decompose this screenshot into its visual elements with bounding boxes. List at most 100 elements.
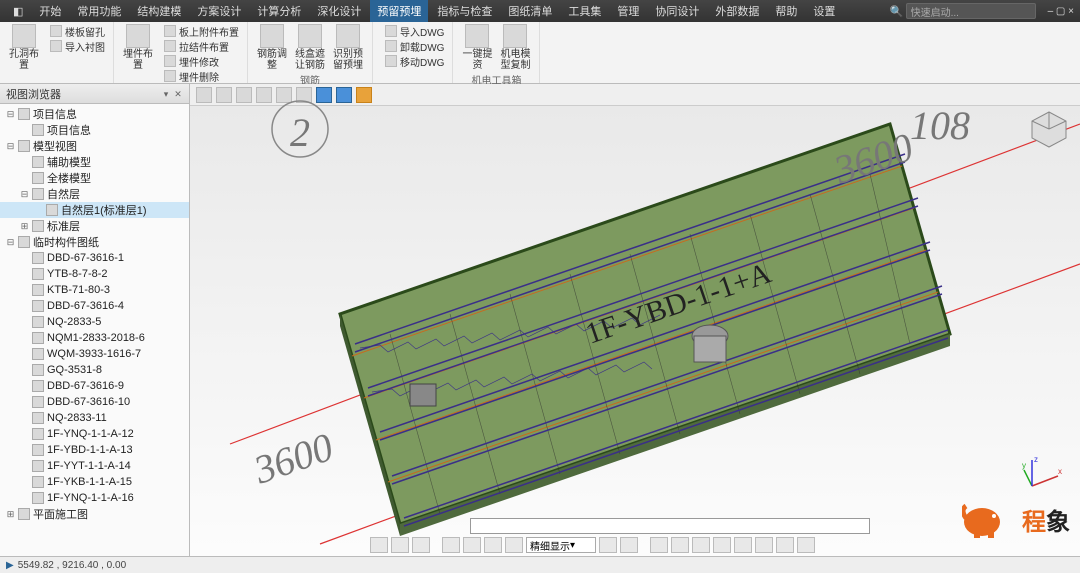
dim-c: 108 — [910, 103, 970, 148]
vb-icon[interactable] — [776, 537, 794, 553]
embed-delete-icon[interactable]: 埋件删除 — [164, 69, 239, 83]
tie-icon[interactable]: 拉结件布置 — [164, 39, 239, 53]
menu-item[interactable]: 指标与检查 — [430, 0, 499, 22]
std-floor-icon — [32, 220, 44, 232]
dwg-icon — [32, 460, 44, 472]
vb-icon[interactable] — [620, 537, 638, 553]
tree-node[interactable]: ⊟临时构件图纸 — [0, 234, 189, 250]
menu-item[interactable]: 图纸清单 — [501, 0, 559, 22]
grid-bubble: 2 — [290, 110, 310, 155]
tree-node[interactable]: 1F-YBD-1-1-A-13 — [0, 442, 189, 458]
tree-node[interactable]: DBD-67-3616-1 — [0, 250, 189, 266]
menu-item[interactable]: 帮助 — [768, 0, 804, 22]
menu-item[interactable]: 常用功能 — [70, 0, 128, 22]
tree-node[interactable]: 1F-YNQ-1-1-A-16 — [0, 490, 189, 506]
menu-item[interactable]: 管理 — [610, 0, 646, 22]
dwg-icon — [32, 428, 44, 440]
tree-node[interactable]: 全楼模型 — [0, 170, 189, 186]
tree-node[interactable]: NQ-2833-5 — [0, 314, 189, 330]
view-cube[interactable] — [1028, 108, 1070, 150]
tree-node[interactable]: ⊟项目信息 — [0, 106, 189, 122]
extract-icon[interactable]: 一键提资 — [461, 24, 493, 71]
vb-icon[interactable] — [713, 537, 731, 553]
aux-model-icon — [32, 156, 44, 168]
menu-item[interactable]: 开始 — [32, 0, 68, 22]
canvas[interactable]: 1F-YBD-1-1+A 2 3600 3600 108 — [190, 84, 1080, 556]
dwg-icon — [32, 444, 44, 456]
menu-item[interactable]: 外部数据 — [708, 0, 766, 22]
vb-icon[interactable] — [599, 537, 617, 553]
recognize-icon[interactable]: 识别预留预埋 — [332, 24, 364, 71]
dwg-icon — [32, 476, 44, 488]
app-menu-icon[interactable]: ◧ — [6, 2, 30, 21]
info-icon — [32, 124, 44, 136]
tree-node[interactable]: KTB-71-80-3 — [0, 282, 189, 298]
svg-text:x: x — [1058, 467, 1062, 476]
tree-node[interactable]: 自然层1(标准层1) — [0, 202, 189, 218]
vb-icon[interactable] — [505, 537, 523, 553]
quick-search[interactable]: 快速启动... — [906, 3, 1036, 19]
vb-icon[interactable] — [671, 537, 689, 553]
window-controls[interactable]: – ▢ × — [1048, 6, 1074, 17]
dwg-icon — [32, 284, 44, 296]
sidebar-pin-icon[interactable]: ▾ — [161, 89, 171, 99]
tree-node[interactable]: ⊞平面施工图 — [0, 506, 189, 522]
tree-node[interactable]: ⊟模型视图 — [0, 138, 189, 154]
menu-item[interactable]: 预留预埋 — [370, 0, 428, 22]
tree-node[interactable]: WQM-3933-1616-7 — [0, 346, 189, 362]
slab-hole-icon[interactable]: 楼板留孔 — [50, 24, 105, 38]
hole-icon[interactable]: 孔洞布置 — [8, 24, 40, 71]
menu-item[interactable]: 方案设计 — [190, 0, 248, 22]
vb-icon[interactable] — [391, 537, 409, 553]
viewport[interactable]: 1F-YBD-1-1+A 2 3600 3600 108 x y z — [190, 84, 1080, 556]
dwg-icon — [32, 380, 44, 392]
menu-item[interactable]: 深化设计 — [310, 0, 368, 22]
tree-node[interactable]: DBD-67-3616-4 — [0, 298, 189, 314]
mep-copy-icon[interactable]: 机电模型复制 — [499, 24, 531, 71]
vb-icon[interactable] — [692, 537, 710, 553]
vb-icon[interactable] — [650, 537, 668, 553]
tree-node[interactable]: DBD-67-3616-10 — [0, 394, 189, 410]
vb-icon[interactable] — [484, 537, 502, 553]
vb-icon[interactable] — [797, 537, 815, 553]
menu-item[interactable]: 设置 — [806, 0, 842, 22]
menu-item[interactable]: 计算分析 — [250, 0, 308, 22]
sidebar: 视图浏览器 ▾ ✕ ⊟项目信息项目信息⊟模型视图辅助模型全楼模型⊟自然层自然层1… — [0, 84, 190, 556]
tree-node[interactable]: ⊟自然层 — [0, 186, 189, 202]
sidebar-close-icon[interactable]: ✕ — [173, 89, 183, 99]
menu-item[interactable]: 工具集 — [561, 0, 608, 22]
tree-node[interactable]: NQ-2833-11 — [0, 410, 189, 426]
display-mode-select[interactable]: 精细显示▾ — [526, 537, 596, 553]
tree-node[interactable]: 1F-YYT-1-1-A-14 — [0, 458, 189, 474]
rebar-adjust-icon[interactable]: 钢筋调整 — [256, 24, 288, 71]
move-dwg-icon[interactable]: 移动DWG — [385, 54, 444, 68]
tree-node[interactable]: 1F-YKB-1-1-A-15 — [0, 474, 189, 490]
menu-item[interactable]: 结构建模 — [130, 0, 188, 22]
vb-icon[interactable] — [463, 537, 481, 553]
import-backing-icon[interactable]: 导入衬图 — [50, 39, 105, 53]
unload-dwg-icon[interactable]: 卸载DWG — [385, 39, 444, 53]
tree-node[interactable]: 辅助模型 — [0, 154, 189, 170]
search-icon[interactable]: 🔍 — [890, 5, 904, 18]
vb-icon[interactable] — [412, 537, 430, 553]
embed-edit-icon[interactable]: 埋件修改 — [164, 54, 239, 68]
tree-node[interactable]: 项目信息 — [0, 122, 189, 138]
vb-icon[interactable] — [370, 537, 388, 553]
tree-node[interactable]: DBD-67-3616-9 — [0, 378, 189, 394]
embed-icon[interactable]: 埋件布置 — [122, 24, 154, 83]
import-dwg-icon[interactable]: 导入DWG — [385, 24, 444, 38]
tree-node[interactable]: ⊞标准层 — [0, 218, 189, 234]
vb-icon[interactable] — [442, 537, 460, 553]
tree-node[interactable]: GQ-3531-8 — [0, 362, 189, 378]
arrow-icon: ▶ — [6, 560, 14, 571]
dwg-icon — [32, 268, 44, 280]
box-avoid-icon[interactable]: 线盒遮让钢筋 — [294, 24, 326, 71]
command-line[interactable] — [470, 518, 870, 534]
vb-icon[interactable] — [755, 537, 773, 553]
plate-attach-icon[interactable]: 板上附件布置 — [164, 24, 239, 38]
tree-node[interactable]: NQM1-2833-2018-6 — [0, 330, 189, 346]
tree-node[interactable]: 1F-YNQ-1-1-A-12 — [0, 426, 189, 442]
menu-item[interactable]: 协同设计 — [648, 0, 706, 22]
tree-node[interactable]: YTB-8-7-8-2 — [0, 266, 189, 282]
vb-icon[interactable] — [734, 537, 752, 553]
